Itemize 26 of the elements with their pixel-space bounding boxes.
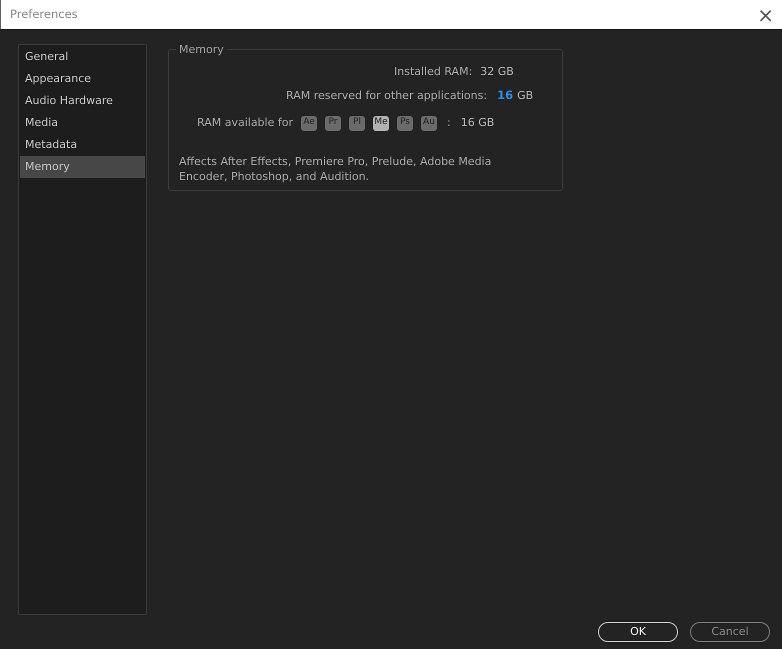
sidebar-item[interactable]: Appearance [20, 68, 145, 90]
reserved-ram-value[interactable]: 16 [497, 87, 514, 105]
app-badge: Ps [396, 116, 413, 130]
cancel-button[interactable]: Cancel [690, 622, 770, 642]
app-badge: Au [420, 116, 437, 130]
window-title: Preferences [10, 6, 78, 23]
ok-button[interactable]: OK [598, 622, 678, 642]
sidebar-item[interactable]: Memory [20, 156, 145, 178]
installed-ram-label: Installed RAM: [394, 64, 472, 80]
available-label: RAM available for [197, 114, 293, 131]
sidebar-item[interactable]: Metadata [20, 134, 145, 156]
sidebar-item[interactable]: Audio Hardware [20, 90, 145, 112]
sidebar-item[interactable]: Media [20, 112, 145, 134]
app-badge: Pr [324, 116, 341, 130]
available-ram-value: 16 GB [460, 114, 494, 131]
sidebar-item[interactable]: General [20, 46, 145, 68]
reserved-ram-label: RAM reserved for other applications: [286, 88, 488, 104]
close-button[interactable]: × [755, 4, 776, 24]
app-badge: Ae [300, 116, 317, 130]
separator-colon: : [446, 114, 451, 131]
unit-label: GB [517, 88, 534, 104]
group-title: Memory [176, 42, 227, 58]
app-badge: Pl [348, 116, 365, 130]
app-badge: Me [372, 116, 389, 130]
installed-ram-value: 32 GB [480, 64, 514, 80]
description-text: Affects After Effects, Premiere Pro, Prelude, Adobe Media Encoder, Photoshop, and Audition. [179, 154, 492, 184]
